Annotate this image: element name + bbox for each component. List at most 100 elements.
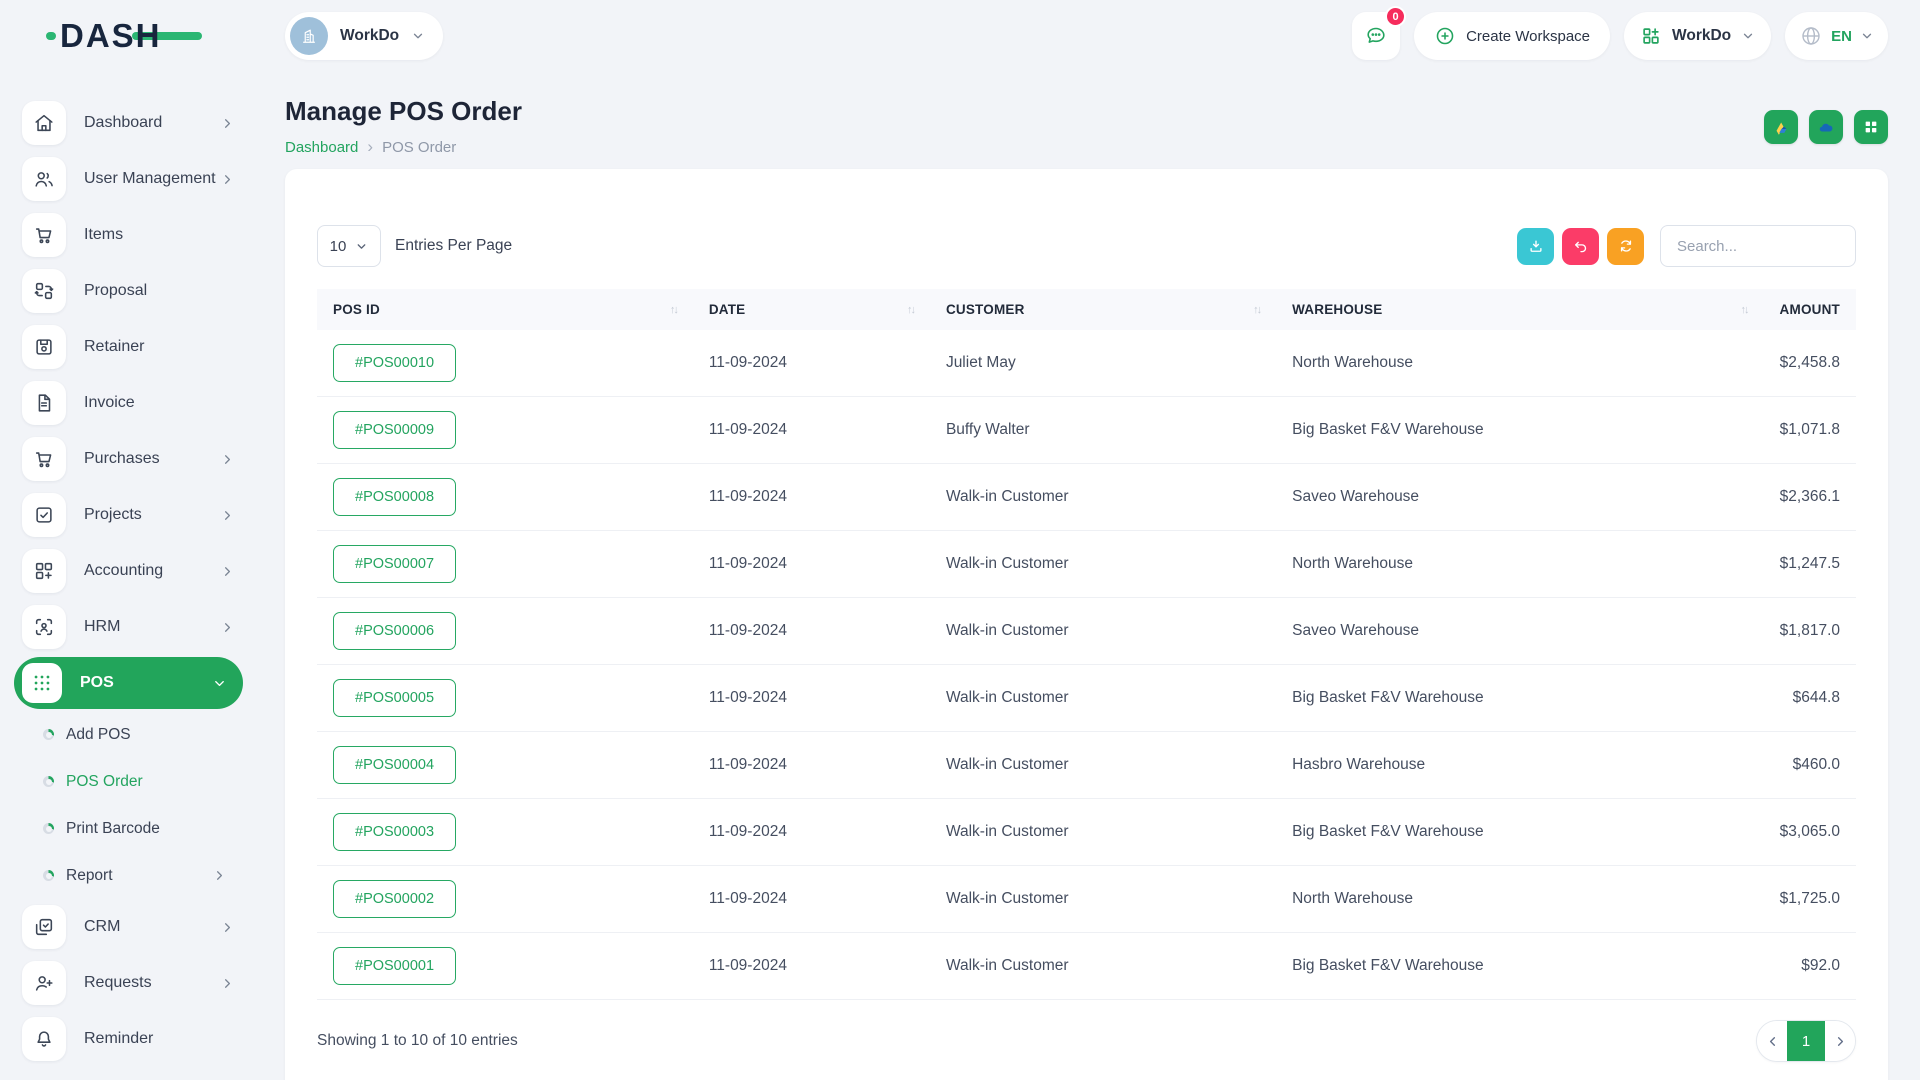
column-header-warehouse[interactable]: WAREHOUSE	[1276, 289, 1763, 330]
quick-actions	[1764, 110, 1888, 144]
undo-icon	[1572, 237, 1590, 255]
language-selector[interactable]: EN	[1785, 12, 1888, 60]
pos-id-link[interactable]: #POS00007	[333, 545, 456, 583]
sidebar-item-projects[interactable]: Projects	[0, 487, 257, 543]
sidebar-item-crm[interactable]: CRM	[0, 899, 257, 955]
submenu-item-pos-order[interactable]: POS Order	[0, 758, 257, 805]
sort-icon	[1741, 304, 1748, 316]
user-scan-icon	[33, 616, 55, 638]
chevron-right-icon	[220, 172, 235, 187]
table-row: #POS00007 11-09-2024 Walk-in Customer No…	[317, 531, 1856, 598]
chevron-down-icon	[212, 676, 227, 691]
check-square-icon	[33, 504, 55, 526]
cell-amount: $2,366.1	[1764, 464, 1856, 531]
sidebar-item-requests[interactable]: Requests	[0, 955, 257, 1011]
sidebar-item-invoice[interactable]: Invoice	[0, 375, 257, 431]
cell-warehouse: Saveo Warehouse	[1276, 464, 1763, 531]
cell-date: 11-09-2024	[693, 531, 930, 598]
pos-order-table: POS ID DATE CUSTOMER WAREHOUSE AMOUNT #P…	[317, 289, 1856, 1000]
cell-warehouse: Big Basket F&V Warehouse	[1276, 665, 1763, 732]
sidebar-item-label: Items	[84, 226, 123, 244]
grid-icon	[1863, 119, 1879, 135]
pagination: 1	[1756, 1020, 1856, 1062]
pos-id-link[interactable]: #POS00002	[333, 880, 456, 918]
cell-customer: Walk-in Customer	[930, 933, 1276, 1000]
sidebar-item-reminder[interactable]: Reminder	[0, 1011, 257, 1067]
search-input[interactable]	[1660, 225, 1856, 267]
app-menu-label: WorkDo	[1672, 27, 1731, 45]
bullet-icon	[43, 729, 54, 740]
grid-view-button[interactable]	[1854, 110, 1888, 144]
chevron-down-icon	[355, 240, 368, 253]
submenu-item-report[interactable]: Report	[0, 852, 257, 899]
table-row: #POS00008 11-09-2024 Walk-in Customer Sa…	[317, 464, 1856, 531]
create-workspace-label: Create Workspace	[1466, 28, 1590, 45]
logo[interactable]: DASH	[60, 17, 285, 55]
onedrive-button[interactable]	[1809, 110, 1843, 144]
bell-icon	[33, 1028, 55, 1050]
undo-button[interactable]	[1562, 228, 1599, 265]
pos-id-link[interactable]: #POS00006	[333, 612, 456, 650]
column-header-customer[interactable]: CUSTOMER	[930, 289, 1276, 330]
messages-button[interactable]: 0	[1352, 12, 1400, 60]
chevron-right-icon	[220, 116, 235, 131]
entries-summary: Showing 1 to 10 of 10 entries	[317, 1032, 518, 1050]
next-page-button[interactable]	[1825, 1021, 1855, 1061]
column-header-date[interactable]: DATE	[693, 289, 930, 330]
sidebar-item-proposal[interactable]: Proposal	[0, 263, 257, 319]
sidebar-item-dashboard[interactable]: Dashboard	[0, 95, 257, 151]
cell-warehouse: North Warehouse	[1276, 531, 1763, 598]
pos-id-link[interactable]: #POS00003	[333, 813, 456, 851]
building-icon	[299, 26, 319, 46]
refresh-button[interactable]	[1607, 228, 1644, 265]
sidebar-item-label: User Management	[84, 170, 216, 188]
column-header-pos-id[interactable]: POS ID	[317, 289, 693, 330]
sidebar-item-items[interactable]: Items	[0, 207, 257, 263]
logo-text: DASH	[60, 17, 162, 55]
submenu-item-print-barcode[interactable]: Print Barcode	[0, 805, 257, 852]
sidebar-item-user-management[interactable]: User Management	[0, 151, 257, 207]
previous-page-button[interactable]	[1757, 1021, 1787, 1061]
pos-id-link[interactable]: #POS00001	[333, 947, 456, 985]
sidebar-item-hrm[interactable]: HRM	[0, 599, 257, 655]
sidebar-item-retainer[interactable]: Retainer	[0, 319, 257, 375]
export-download-button[interactable]	[1517, 228, 1554, 265]
bullet-icon	[43, 776, 54, 787]
create-workspace-button[interactable]: Create Workspace	[1414, 12, 1610, 60]
cell-warehouse: Saveo Warehouse	[1276, 598, 1763, 665]
breadcrumb-separator-icon	[367, 137, 373, 157]
pos-id-link[interactable]: #POS00005	[333, 679, 456, 717]
save-disk-icon	[33, 336, 55, 358]
sidebar-item-label: Dashboard	[84, 114, 162, 132]
pos-id-link[interactable]: #POS00009	[333, 411, 456, 449]
sidebar-item-purchases[interactable]: Purchases	[0, 431, 257, 487]
submenu-item-add-pos[interactable]: Add POS	[0, 711, 257, 758]
workspace-selector[interactable]: WorkDo	[285, 12, 443, 60]
google-drive-button[interactable]	[1764, 110, 1798, 144]
cell-customer: Juliet May	[930, 330, 1276, 397]
pos-id-link[interactable]: #POS00010	[333, 344, 456, 382]
dots-grid-icon	[31, 672, 53, 694]
cell-date: 11-09-2024	[693, 665, 930, 732]
table-row: #POS00003 11-09-2024 Walk-in Customer Bi…	[317, 799, 1856, 866]
entries-per-page-select[interactable]: 10	[317, 225, 381, 267]
page-number-button[interactable]: 1	[1787, 1021, 1825, 1061]
globe-icon	[1799, 24, 1823, 48]
table-row: #POS00010 11-09-2024 Juliet May North Wa…	[317, 330, 1856, 397]
users-icon	[33, 168, 55, 190]
sidebar-item-label: CRM	[84, 918, 120, 936]
cell-warehouse: North Warehouse	[1276, 330, 1763, 397]
sidebar-item-pos[interactable]: POS	[14, 657, 243, 709]
chevron-right-icon	[220, 620, 235, 635]
pos-id-link[interactable]: #POS00008	[333, 478, 456, 516]
table-footer: Showing 1 to 10 of 10 entries 1	[317, 1020, 1856, 1062]
cell-amount: $644.8	[1764, 665, 1856, 732]
cell-amount: $1,247.5	[1764, 531, 1856, 598]
sidebar-item-label: Accounting	[84, 562, 163, 580]
table-row: #POS00009 11-09-2024 Buffy Walter Big Ba…	[317, 397, 1856, 464]
app-menu-button[interactable]: WorkDo	[1624, 12, 1771, 60]
pos-id-link[interactable]: #POS00004	[333, 746, 456, 784]
sidebar-item-accounting[interactable]: Accounting	[0, 543, 257, 599]
breadcrumb-dashboard-link[interactable]: Dashboard	[285, 139, 358, 156]
bullet-icon	[43, 823, 54, 834]
